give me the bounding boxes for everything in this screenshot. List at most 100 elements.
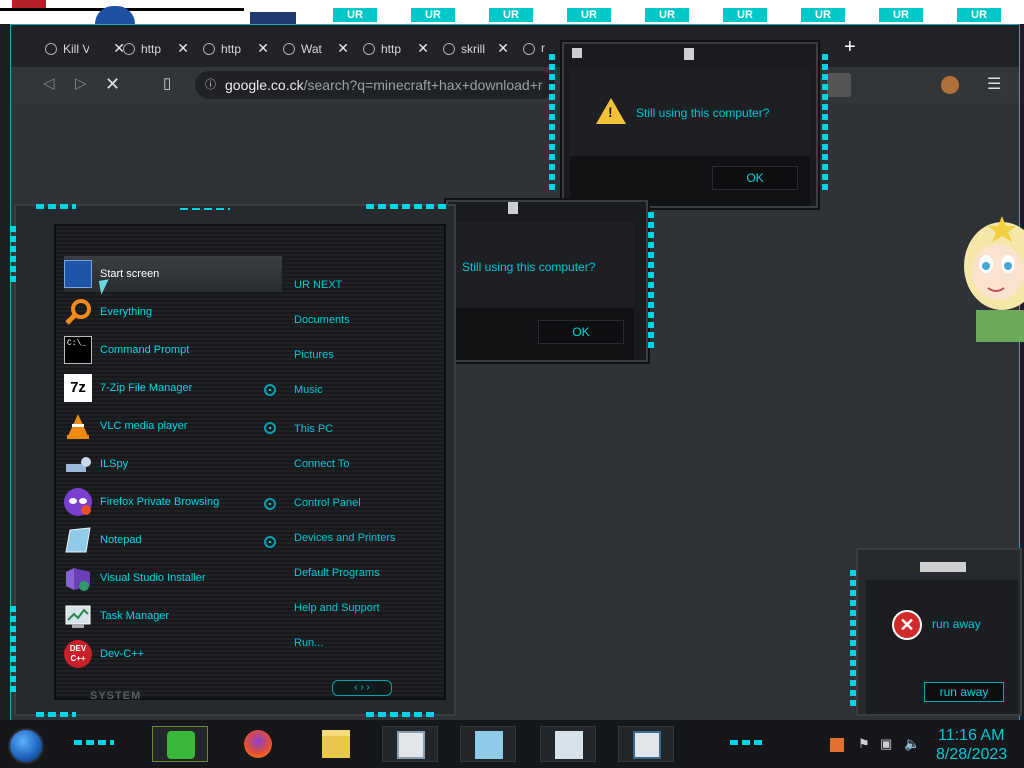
tab-wat[interactable]: Wat ✕: [283, 35, 349, 61]
avatar[interactable]: [941, 76, 959, 94]
dialog-message: Still using this computer?: [462, 260, 596, 274]
program-notepad[interactable]: Notepad: [64, 522, 282, 558]
taskbar-window[interactable]: [618, 726, 674, 762]
browser-toolbar: ◁ ▷ ✕ ▯ ⓘ google.co.ck/search?q=minecraf…: [11, 67, 1019, 103]
frame-accent: [730, 740, 766, 745]
submenu-arrow-icon[interactable]: [264, 498, 276, 510]
private-browsing-icon: [64, 488, 92, 516]
taskbar: ⚑ ▣ 🔈: [0, 720, 1024, 768]
title-marker: [508, 202, 518, 214]
network-icon[interactable]: ▣: [880, 736, 892, 752]
close-icon[interactable]: ✕: [497, 35, 509, 61]
tab-http-1[interactable]: http ✕: [123, 35, 189, 61]
window-icon: [572, 48, 582, 58]
address-bar[interactable]: ⓘ google.co.ck/search?q=minecraft+hax+do…: [195, 71, 555, 99]
place-default-programs[interactable]: Default Programs: [294, 567, 380, 579]
place-music[interactable]: Music: [294, 384, 323, 396]
forward-icon[interactable]: ▷: [75, 71, 87, 97]
tab-bar: Kill V ✕ http ✕ http ✕ Wat ✕ http ✕ skri…: [11, 25, 1019, 67]
dialog-footer: OK: [570, 156, 810, 206]
menu-icon[interactable]: ☰: [987, 71, 1001, 99]
program-devcpp[interactable]: DEV C++ Dev-C++: [64, 636, 282, 672]
program-ilspy[interactable]: ILSpy: [64, 446, 282, 482]
close-icon[interactable]: ✕: [177, 35, 189, 61]
place-devices-printers[interactable]: Devices and Printers: [294, 532, 396, 544]
info-icon[interactable]: ⓘ: [205, 71, 216, 99]
frame-accent: [850, 570, 856, 710]
taskbar-file-explorer[interactable]: [308, 726, 364, 762]
tray-app-icon[interactable]: [830, 738, 844, 752]
ur-label[interactable]: UR: [723, 8, 767, 22]
globe-icon: [363, 42, 375, 55]
visual-studio-icon: [64, 564, 92, 592]
tab-skrill[interactable]: skrill ✕: [443, 35, 509, 61]
extension-icon[interactable]: [827, 73, 851, 97]
close-icon[interactable]: ✕: [257, 35, 269, 61]
submenu-arrow-icon[interactable]: [264, 384, 276, 396]
taskbar-notepad[interactable]: [460, 726, 516, 762]
place-this-pc[interactable]: This PC: [294, 423, 333, 435]
system-label: SYSTEM: [90, 690, 142, 702]
place-ur-next[interactable]: UR NEXT: [294, 279, 342, 291]
ur-label[interactable]: UR: [645, 8, 689, 22]
taskbar-notes[interactable]: [152, 726, 208, 762]
program-command-prompt[interactable]: C:\_ Command Prompt: [64, 332, 282, 368]
program-7zip[interactable]: 7z 7-Zip File Manager: [64, 370, 282, 406]
taskbar-firefox[interactable]: [230, 726, 286, 762]
7zip-icon: 7z: [64, 374, 92, 402]
page-nav-arrows[interactable]: ‹ › ›: [332, 680, 392, 696]
desktop-top-strip: UR UR UR UR UR UR UR UR UR: [0, 0, 1024, 24]
error-icon: ✕: [892, 610, 922, 640]
frame-accent: [36, 204, 76, 209]
program-everything[interactable]: Everything: [64, 294, 282, 330]
place-documents[interactable]: Documents: [294, 314, 350, 326]
place-help-support[interactable]: Help and Support: [294, 602, 380, 614]
ok-button[interactable]: OK: [538, 320, 624, 344]
stop-icon[interactable]: ✕: [105, 71, 120, 97]
submenu-arrow-icon[interactable]: [264, 536, 276, 548]
globe-icon: [443, 42, 455, 55]
tab-http-3[interactable]: http ✕: [363, 35, 429, 61]
program-vs-installer[interactable]: Visual Studio Installer: [64, 560, 282, 596]
program-start-screen[interactable]: Start screen: [64, 256, 282, 292]
close-icon[interactable]: ✕: [417, 35, 429, 61]
bookmark-icon[interactable]: ▯: [163, 71, 171, 97]
new-tab-button[interactable]: +: [844, 35, 856, 59]
ur-label[interactable]: UR: [489, 8, 533, 22]
frame-accent: [366, 712, 436, 717]
ok-button[interactable]: OK: [712, 166, 798, 190]
title-marker: [684, 48, 694, 60]
ur-label[interactable]: UR: [879, 8, 923, 22]
run-away-button[interactable]: run away: [924, 682, 1004, 702]
ur-label[interactable]: UR: [333, 8, 377, 22]
place-run[interactable]: Run...: [294, 637, 323, 649]
program-vlc[interactable]: VLC media player: [64, 408, 282, 444]
close-icon[interactable]: ✕: [337, 35, 349, 61]
tab-http-2[interactable]: http ✕: [203, 35, 269, 61]
ur-label[interactable]: UR: [411, 8, 455, 22]
clock-date[interactable]: 8/28/2023: [936, 746, 1007, 764]
taskbar-task-manager[interactable]: [540, 726, 596, 762]
start-button[interactable]: [8, 728, 44, 764]
ur-label[interactable]: UR: [801, 8, 845, 22]
app-icon-dark[interactable]: [250, 12, 296, 24]
volume-icon[interactable]: 🔈: [904, 736, 920, 752]
tab-kill[interactable]: Kill V ✕: [45, 35, 125, 61]
program-firefox-private[interactable]: Firefox Private Browsing: [64, 484, 282, 520]
clock-time[interactable]: 11:16 AM: [938, 727, 1004, 745]
error-dialog: ✕ run away run away: [850, 548, 1022, 716]
address-path: /search?q=minecraft+hax+download+r: [303, 77, 543, 93]
taskbar-document[interactable]: [382, 726, 438, 762]
ur-label[interactable]: UR: [957, 8, 1001, 22]
flag-icon[interactable]: ⚑: [858, 736, 870, 752]
frame-accent: [10, 226, 16, 286]
submenu-arrow-icon[interactable]: [264, 422, 276, 434]
place-connect-to[interactable]: Connect To: [294, 458, 349, 470]
back-icon[interactable]: ◁: [43, 71, 55, 97]
program-task-manager[interactable]: Task Manager: [64, 598, 282, 634]
ur-label[interactable]: UR: [567, 8, 611, 22]
tab-icon: [45, 42, 57, 55]
character-mascot[interactable]: [962, 214, 1024, 342]
place-pictures[interactable]: Pictures: [294, 349, 334, 361]
place-control-panel[interactable]: Control Panel: [294, 497, 361, 509]
